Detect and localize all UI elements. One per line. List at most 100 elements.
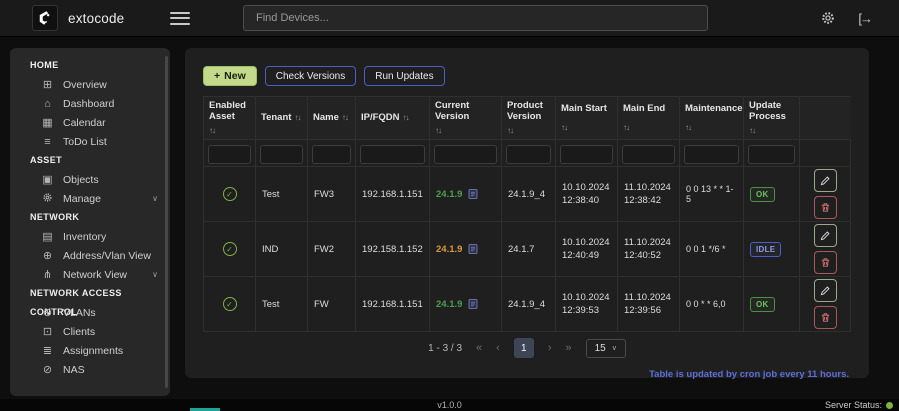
col-header-current-version: Current Version↑↓: [429, 97, 501, 140]
logout-icon[interactable]: [→: [858, 11, 871, 26]
gear-icon: [40, 192, 55, 206]
sidebar-item-nas[interactable]: ⊘ NAS: [10, 360, 170, 379]
sort-icon[interactable]: ↑↓: [623, 123, 629, 132]
filter-cell: [501, 140, 555, 167]
sort-icon[interactable]: ↑↓: [685, 123, 691, 132]
calendar-icon: ▦: [40, 116, 55, 129]
page-size-select[interactable]: 15 ∨: [586, 339, 626, 358]
sidebar-item-address-vlan-view[interactable]: ⊕ Address/Vlan View: [10, 246, 170, 265]
cell-name: FW: [307, 277, 355, 332]
filter-cell: [617, 140, 679, 167]
cell-name: FW3: [307, 167, 355, 222]
search-icon: ⊘: [40, 363, 55, 376]
update-status-badge: IDLE: [750, 242, 781, 257]
filter-cell: [743, 140, 799, 167]
cell-update-process: OK: [743, 167, 799, 222]
sort-icon[interactable]: ↑↓: [561, 123, 567, 132]
chevron-down-icon: ∨: [152, 270, 158, 279]
release-notes-icon[interactable]: [467, 298, 479, 310]
network-tree-icon: ⋔: [40, 268, 55, 281]
filter-cell: [255, 140, 307, 167]
delete-button[interactable]: [814, 306, 837, 329]
sidebar-item-calendar[interactable]: ▦ Calendar: [10, 113, 170, 132]
sidebar-item-manage[interactable]: Manage ∨: [10, 189, 170, 208]
sort-icon[interactable]: ↑↓: [294, 113, 300, 122]
filter-input-enabled-asset[interactable]: [208, 145, 251, 164]
sort-icon[interactable]: ↑↓: [403, 113, 409, 122]
cell-main-end: 11.10.202412:40:52: [617, 222, 679, 277]
filter-input-update-process[interactable]: [748, 145, 795, 164]
devices-table-card: + New Check Versions Run Updates Enabled…: [185, 48, 869, 378]
current-page-button[interactable]: 1: [514, 338, 534, 358]
enabled-check-icon: ✓: [223, 297, 237, 311]
sidebar-scrollbar[interactable]: [165, 56, 168, 388]
filter-cell-actions: [799, 140, 851, 167]
footer-bar: v1.0.0 Server Status:: [0, 399, 899, 411]
cell-tenant: IND: [255, 222, 307, 277]
first-page-button[interactable]: «: [476, 342, 482, 354]
sidebar-item-clients[interactable]: ⊡ Clients: [10, 322, 170, 341]
cell-actions: [799, 222, 851, 277]
enabled-check-icon: ✓: [223, 242, 237, 256]
cell-current-version: 24.1.9: [429, 277, 501, 332]
brand-logo: [32, 5, 58, 31]
cell-product-version: 24.1.9_4: [501, 277, 555, 332]
cell-ip: 192.168.1.151: [355, 167, 429, 222]
filter-cell: [555, 140, 617, 167]
cell-name: FW2: [307, 222, 355, 277]
sidebar-item-objects[interactable]: ▣ Objects: [10, 170, 170, 189]
sort-icon[interactable]: ↑↓: [209, 126, 215, 135]
sort-icon[interactable]: ↑↓: [342, 113, 348, 122]
filter-cell: [203, 140, 255, 167]
edit-button[interactable]: [814, 169, 837, 192]
cell-enabled: ✓: [203, 222, 255, 277]
chevron-down-icon: ∨: [152, 194, 158, 203]
server-status-dot: [886, 402, 893, 409]
filter-input-name[interactable]: [312, 145, 351, 164]
delete-button[interactable]: [814, 251, 837, 274]
server-status: Server Status:: [825, 400, 893, 410]
sort-icon[interactable]: ↑↓: [435, 126, 441, 135]
new-button[interactable]: + New: [203, 66, 257, 86]
edit-button[interactable]: [814, 279, 837, 302]
filter-input-main-end[interactable]: [622, 145, 675, 164]
filter-input-maintenance[interactable]: [684, 145, 739, 164]
sort-icon[interactable]: ↑↓: [507, 126, 513, 135]
objects-icon: ▣: [40, 173, 55, 186]
filter-input-ip-fqdn[interactable]: [360, 145, 425, 164]
pagination: 1 - 3 / 3 « ‹ 1 › » 15 ∨: [203, 332, 851, 364]
sidebar-item-network-view[interactable]: ⋔ Network View ∨: [10, 265, 170, 284]
next-page-button[interactable]: ›: [548, 342, 552, 354]
prev-page-button[interactable]: ‹: [496, 342, 500, 354]
sidebar-section-home: HOME: [10, 56, 170, 75]
sort-icon[interactable]: ↑↓: [749, 126, 755, 135]
filter-input-product-version[interactable]: [506, 145, 551, 164]
gear-icon[interactable]: [820, 10, 836, 26]
filter-input-current-version[interactable]: [434, 145, 497, 164]
home-icon: ⌂: [40, 98, 55, 110]
sidebar-item-todo-list[interactable]: ≡ ToDo List: [10, 132, 170, 151]
search-input[interactable]: [243, 5, 708, 31]
filter-input-tenant[interactable]: [260, 145, 303, 164]
release-notes-icon[interactable]: [467, 243, 479, 255]
sidebar-item-overview[interactable]: ⊞ Overview: [10, 75, 170, 94]
cell-ip: 192.168.1.151: [355, 277, 429, 332]
sidebar-item-inventory[interactable]: ▤ Inventory: [10, 227, 170, 246]
filter-input-main-start[interactable]: [560, 145, 613, 164]
cell-current-version: 24.1.9: [429, 222, 501, 277]
release-notes-icon[interactable]: [467, 188, 479, 200]
col-header-product-version: Product Version↑↓: [501, 97, 555, 140]
run-updates-button[interactable]: Run Updates: [364, 66, 444, 86]
cron-note: Table is updated by cron job every 11 ho…: [203, 364, 851, 380]
sidebar-item-assignments[interactable]: ≣ Assignments: [10, 341, 170, 360]
sidebar-section-network-access-control: NETWORK ACCESS CONTROL: [10, 284, 170, 303]
last-page-button[interactable]: »: [566, 342, 572, 354]
menu-toggle-icon[interactable]: [170, 12, 190, 25]
sidebar-item-dashboard[interactable]: ⌂ Dashboard: [10, 94, 170, 113]
delete-button[interactable]: [814, 196, 837, 219]
check-versions-button[interactable]: Check Versions: [265, 66, 356, 86]
edit-button[interactable]: [814, 224, 837, 247]
cell-main-end: 11.10.202412:38:42: [617, 167, 679, 222]
filter-cell: [355, 140, 429, 167]
filter-cell: [679, 140, 743, 167]
